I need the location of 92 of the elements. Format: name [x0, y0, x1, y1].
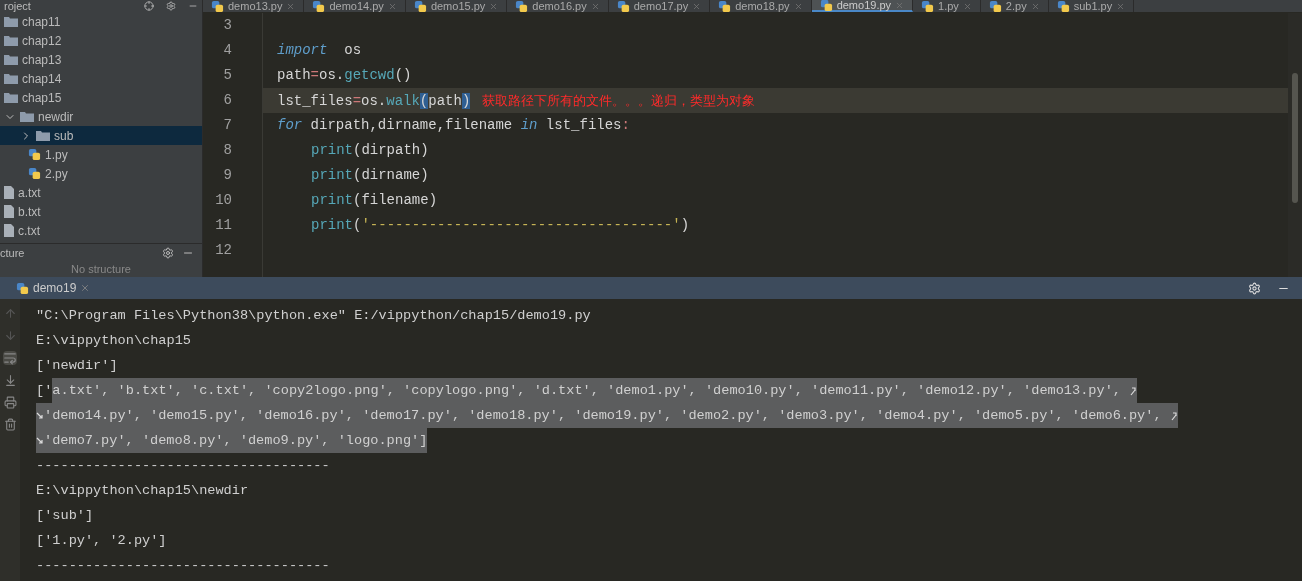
- line-number: 7: [223, 116, 232, 135]
- code-line: print(dirname): [311, 167, 429, 183]
- editor-tab[interactable]: sub1.py: [1048, 0, 1135, 12]
- code-line: print('------------------------------------'): [311, 217, 690, 233]
- line-number: 3: [223, 16, 232, 35]
- folder-icon: [20, 111, 34, 122]
- arrow-up-icon[interactable]: [3, 307, 17, 320]
- code-line: for dirpath,dirname,filename in lst_files:: [277, 117, 630, 133]
- tree-item[interactable]: newdir: [0, 107, 202, 126]
- scroll-to-end-icon[interactable]: [3, 374, 17, 387]
- python-file-icon: [718, 0, 732, 12]
- python-file-icon: [28, 167, 41, 180]
- editor-tab[interactable]: demo16.py: [507, 0, 609, 12]
- folder-icon: [4, 35, 18, 46]
- soft-wrap-icon[interactable]: [3, 351, 17, 365]
- trash-icon[interactable]: [3, 418, 17, 431]
- python-file-icon: [988, 0, 1002, 12]
- python-file-icon: [312, 0, 326, 12]
- folder-icon: [4, 92, 18, 103]
- close-icon[interactable]: [80, 283, 91, 293]
- line-number: 11: [215, 216, 232, 235]
- editor-tab[interactable]: demo19.py: [811, 0, 914, 12]
- python-file-icon: [211, 0, 224, 12]
- tree-item[interactable]: chap14: [0, 69, 202, 88]
- close-icon[interactable]: [692, 1, 702, 11]
- close-icon[interactable]: [286, 1, 296, 11]
- tree-item[interactable]: 1.py: [0, 145, 202, 164]
- scrollbar-thumb[interactable]: [1292, 73, 1298, 203]
- code-line: print(filename): [311, 192, 438, 208]
- folder-icon: [36, 130, 50, 141]
- tree-item[interactable]: b.txt: [0, 202, 202, 221]
- print-icon[interactable]: [3, 396, 17, 409]
- close-icon[interactable]: [793, 1, 803, 11]
- code-line: print(dirpath): [311, 142, 429, 158]
- editor-tab[interactable]: demo13.py: [203, 0, 305, 12]
- editor-tab[interactable]: demo14.py: [304, 0, 406, 12]
- tree-item[interactable]: chap11: [0, 12, 202, 31]
- settings-icon[interactable]: [1248, 281, 1261, 295]
- line-number: 12: [215, 241, 232, 260]
- python-file-icon: [1056, 0, 1070, 12]
- close-icon[interactable]: [1116, 1, 1126, 11]
- tree-item[interactable]: chap12: [0, 31, 202, 50]
- wrap-icon: [1169, 410, 1178, 421]
- tree-item[interactable]: c.txt: [0, 221, 202, 240]
- close-icon[interactable]: [590, 1, 600, 11]
- line-number: 5: [223, 66, 232, 85]
- panel-title: cture: [0, 245, 25, 261]
- wrap-continue-icon: [36, 436, 44, 445]
- python-file-icon: [28, 148, 41, 161]
- editor-tab[interactable]: 1.py: [913, 0, 981, 12]
- python-file-icon: [921, 0, 935, 12]
- code-line: lst_files=os.walk(path) 获取路径下所有的文件。。。递归，类型为对象: [277, 93, 756, 109]
- python-file-icon: [413, 0, 427, 12]
- editor-tab[interactable]: demo18.py: [710, 0, 812, 12]
- python-file-icon: [616, 0, 630, 12]
- wrap-icon: [1129, 385, 1138, 396]
- folder-icon: [4, 73, 18, 84]
- close-icon[interactable]: [387, 1, 397, 11]
- line-number: 6: [223, 91, 232, 110]
- close-icon[interactable]: [895, 0, 905, 10]
- settings-icon[interactable]: [166, 1, 176, 11]
- close-icon[interactable]: [962, 1, 972, 11]
- code-line: path=os.getcwd(): [277, 67, 412, 83]
- python-file-icon: [16, 281, 29, 295]
- tree-item[interactable]: chap15: [0, 88, 202, 107]
- text-file-icon: [4, 186, 14, 199]
- python-file-icon: [515, 0, 529, 12]
- wrap-continue-icon: [36, 411, 44, 420]
- line-number: 9: [223, 166, 232, 185]
- code-line: import os: [277, 42, 362, 58]
- text-file-icon: [4, 224, 14, 237]
- panel-title: roject: [4, 0, 31, 12]
- folder-icon: [4, 54, 18, 65]
- python-file-icon: [819, 0, 833, 12]
- settings-icon[interactable]: [162, 247, 174, 259]
- close-icon[interactable]: [489, 1, 499, 11]
- editor-tab[interactable]: demo15.py: [405, 0, 508, 12]
- arrow-down-icon[interactable]: [3, 329, 17, 342]
- line-number: 8: [223, 141, 232, 160]
- empty-message: No structure: [70, 262, 132, 276]
- text-file-icon: [4, 205, 14, 218]
- tree-item[interactable]: a.txt: [0, 183, 202, 202]
- editor-tab[interactable]: demo17.py: [608, 0, 711, 12]
- tree-item[interactable]: sub: [0, 126, 202, 145]
- locate-icon[interactable]: [144, 1, 154, 11]
- line-number: 10: [215, 191, 232, 210]
- tree-item[interactable]: 2.py: [0, 164, 202, 183]
- line-number: 4: [223, 41, 232, 60]
- folder-icon: [4, 16, 18, 27]
- editor-tab[interactable]: 2.py: [980, 0, 1049, 12]
- close-icon[interactable]: [1030, 1, 1040, 11]
- tree-item[interactable]: chap13: [0, 50, 202, 69]
